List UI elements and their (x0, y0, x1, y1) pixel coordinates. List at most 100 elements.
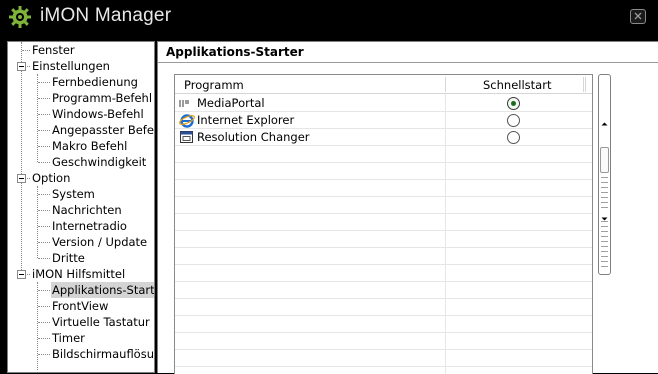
applications-list[interactable]: Programm Schnellstart MediaPortal Intern… (174, 74, 593, 374)
tree-item[interactable]: Einstellungen (8, 58, 154, 74)
scroll-grip-line (601, 192, 608, 193)
tree-item[interactable]: Virtuelle Tastatur (8, 314, 154, 330)
client-area: Fenster Einstellungen Fernbedienung Program… (0, 34, 658, 374)
row-gridline (175, 332, 592, 333)
scroll-grip-line (601, 177, 608, 178)
scroll-grip-line (601, 246, 608, 247)
tree-item-label: Timer (52, 331, 85, 345)
tree-item-label: Fenster (32, 43, 75, 57)
quickstart-radio[interactable] (507, 97, 520, 110)
scroll-grip-line (601, 202, 608, 203)
tree-connector (38, 258, 50, 259)
scroll-grip-line (601, 241, 608, 242)
row-gridline (175, 247, 592, 248)
quickstart-radio[interactable] (507, 114, 520, 127)
tree-connector (38, 146, 50, 147)
tree-connector (38, 130, 50, 131)
column-divider[interactable] (583, 77, 586, 92)
settings-tree[interactable]: Fenster Einstellungen Fernbedienung Program… (7, 41, 155, 373)
tree-item[interactable]: Fernbedienung (8, 74, 154, 90)
collapse-toggle-icon[interactable] (17, 62, 26, 71)
tree-connector (38, 290, 50, 291)
scroll-grip-line (601, 256, 608, 257)
scroll-grip-line (601, 236, 608, 237)
column-header-schnellstart[interactable]: Schnellstart (483, 78, 551, 92)
list-row-resolution-changer[interactable]: Resolution Changer (175, 129, 592, 146)
scroll-grip-line (601, 207, 608, 208)
tree-connector (38, 226, 50, 227)
program-name: Internet Explorer (197, 113, 295, 127)
row-gridline (175, 196, 592, 197)
collapse-toggle-icon[interactable] (17, 270, 26, 279)
panel-title: Applikations-Starter (166, 45, 304, 59)
tree-connector (38, 194, 50, 195)
scroll-thumb[interactable] (600, 147, 609, 173)
row-gridline (175, 366, 592, 367)
tree-item-label: Dritte (52, 251, 85, 265)
collapse-toggle-icon[interactable] (17, 174, 26, 183)
tree-item[interactable]: System (8, 186, 154, 202)
tree-connector (38, 338, 50, 339)
close-button[interactable] (630, 9, 646, 24)
tree-item[interactable]: FrontView (8, 298, 154, 314)
tree-item-label: Geschwindigkeit (52, 155, 147, 169)
tree-item[interactable]: Bildschirmauflösung (8, 346, 154, 362)
tree-item[interactable]: iMON Hilfsmittel (8, 266, 154, 282)
tree-item[interactable]: Dritte (8, 250, 154, 266)
tree-item[interactable]: Programm-Befehl (8, 90, 154, 106)
list-row-internet-explorer[interactable]: Internet Explorer (175, 112, 592, 129)
tree-item[interactable]: Version / Update (8, 234, 154, 250)
title-divider (158, 62, 658, 63)
tree-connector (38, 114, 50, 115)
list-row-mediaportal[interactable]: MediaPortal (175, 95, 592, 112)
tree-item-label: Makro Befehl (52, 139, 128, 153)
row-gridline (175, 349, 592, 350)
tree-item-label: Angepasster Befehl (52, 123, 155, 137)
resolution-changer-icon (180, 131, 193, 143)
scroll-up-arrow-icon[interactable] (599, 119, 610, 129)
tree-item[interactable]: Geschwindigkeit (8, 154, 154, 170)
row-gridline (175, 281, 592, 282)
tree-item[interactable]: Makro Befehl (8, 138, 154, 154)
list-header: Programm Schnellstart (175, 75, 592, 94)
tree-item[interactable]: Fenster (8, 42, 154, 58)
tree-item[interactable]: Internetradio (8, 218, 154, 234)
scroll-grip-line (601, 226, 608, 227)
row-gridline (175, 162, 592, 163)
tree-item-label: FrontView (52, 299, 109, 313)
scroll-grip-line (601, 251, 608, 252)
column-divider[interactable] (445, 77, 446, 92)
program-name: MediaPortal (197, 96, 265, 110)
content-panel: Applikations-Starter Programm Schnellsta… (157, 41, 658, 374)
row-gridline (175, 213, 592, 214)
tree-connector (38, 322, 50, 323)
tree-connector (38, 242, 50, 243)
quickstart-radio[interactable] (507, 131, 520, 144)
list-scrollbar[interactable] (598, 74, 611, 275)
scroll-down-arrow-icon[interactable] (599, 214, 610, 224)
tree-connector (38, 162, 50, 163)
tree-item[interactable]: Timer (8, 330, 154, 346)
scroll-grip-line (601, 231, 608, 232)
tree-item-label: Bildschirmauflösung (52, 347, 155, 361)
tree-item-label: Fernbedienung (52, 75, 138, 89)
column-header-programm[interactable]: Programm (184, 78, 244, 92)
row-gridline (175, 298, 592, 299)
tree-item-label: Internetradio (52, 219, 127, 233)
imon-gear-logo-icon (9, 6, 31, 28)
scroll-grip-line (601, 187, 608, 188)
title-bar[interactable]: iMON Manager (0, 0, 658, 34)
tree-item[interactable]: Nachrichten (8, 202, 154, 218)
tree-connector (38, 82, 50, 83)
tree-item[interactable]: Applikations-Starter (8, 282, 154, 298)
tree-item-label: Virtuelle Tastatur (52, 315, 150, 329)
tree-item[interactable]: Angepasster Befehl (8, 122, 154, 138)
program-name: Resolution Changer (197, 130, 310, 144)
mediaportal-icon (179, 100, 189, 107)
tree-connector (38, 306, 50, 307)
tree-item[interactable]: Option (8, 170, 154, 186)
row-gridline (175, 179, 592, 180)
tree-item[interactable]: Windows-Befehl (8, 106, 154, 122)
tree-item-label: Nachrichten (52, 203, 122, 217)
scroll-grip-line (601, 266, 608, 267)
